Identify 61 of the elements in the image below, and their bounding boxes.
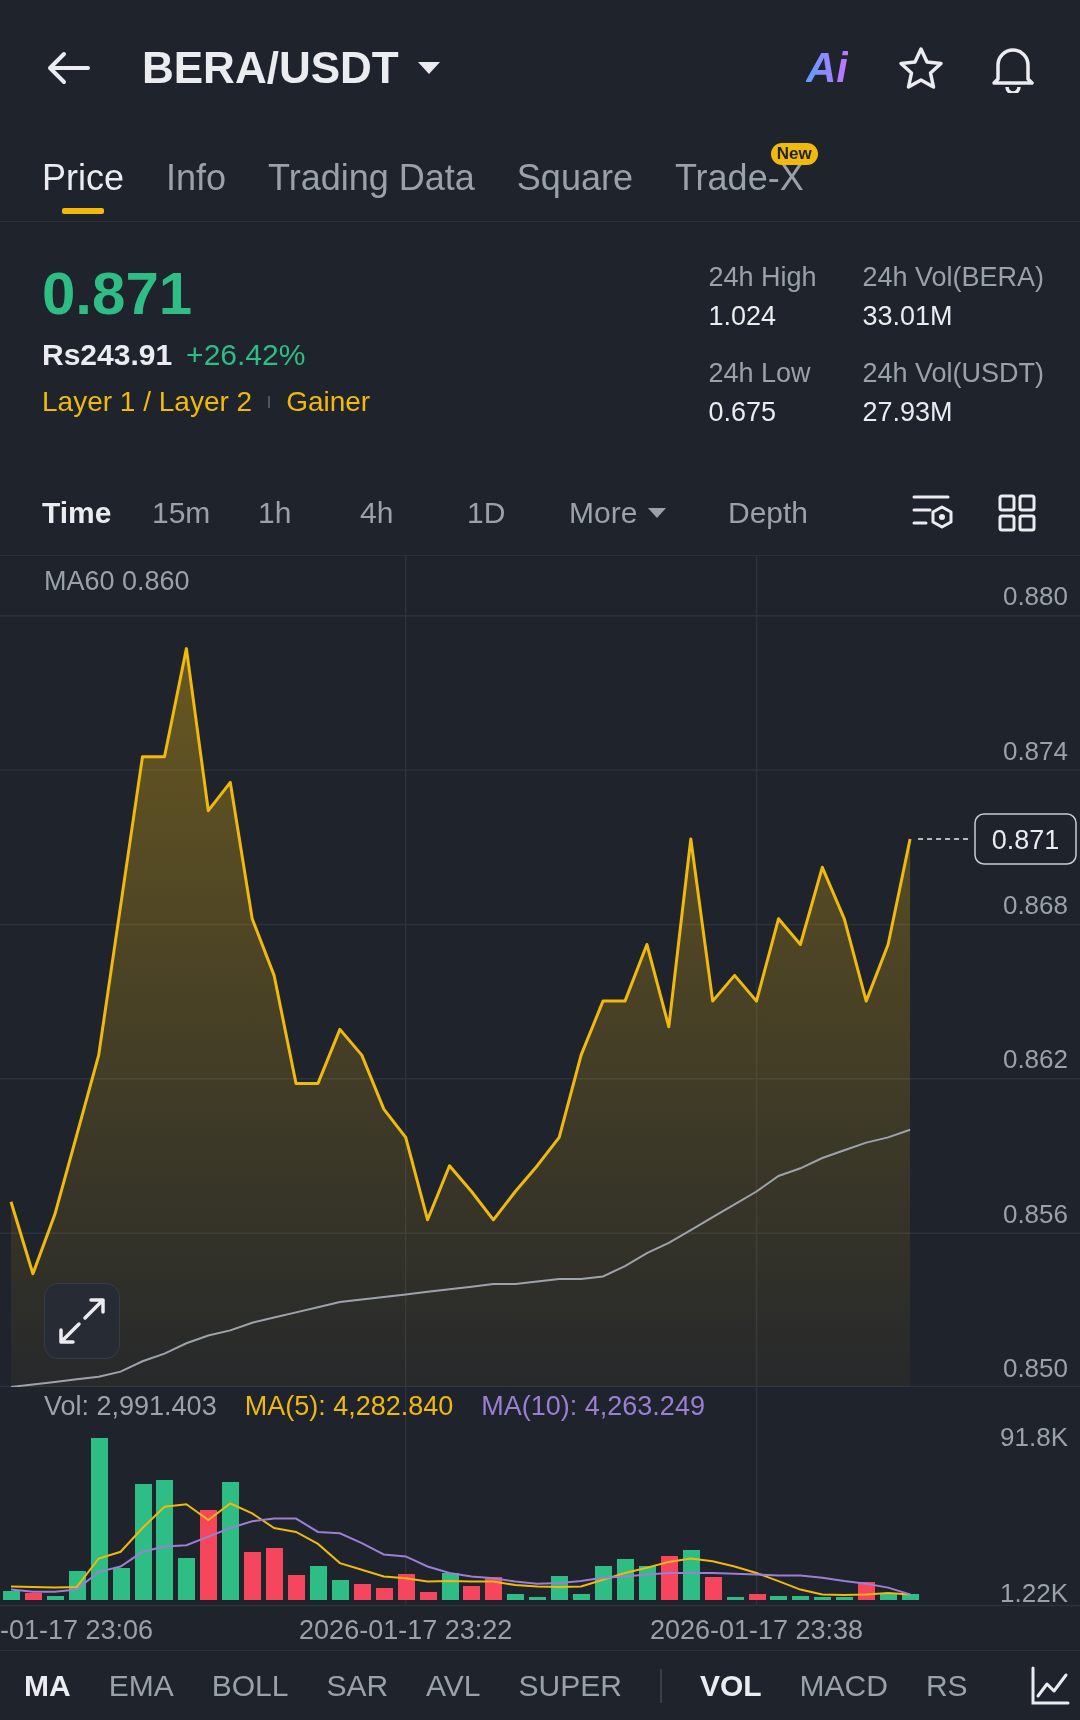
stat-value: 27.93M bbox=[862, 397, 954, 428]
grid-icon[interactable] bbox=[998, 493, 1036, 532]
indicator-tab[interactable]: AVL bbox=[426, 1668, 481, 1703]
last-price: 0.871 bbox=[42, 259, 194, 329]
indicator-tab[interactable]: MA bbox=[24, 1668, 71, 1703]
line-chart-icon[interactable] bbox=[1030, 1665, 1070, 1706]
caret-icon bbox=[647, 506, 668, 519]
caret-icon bbox=[416, 60, 441, 75]
axis-label: -01-17 23:06 bbox=[0, 1615, 154, 1645]
indicator-tab[interactable]: VOL bbox=[699, 1668, 762, 1703]
indicator-tab[interactable]: BOLL bbox=[211, 1668, 289, 1703]
axis-label: 0.850 bbox=[1002, 1353, 1068, 1383]
volume-legend: Vol: 2,991.403 bbox=[44, 1391, 217, 1422]
interval-option[interactable]: 1h bbox=[258, 495, 292, 530]
axis-label: 91.8K bbox=[1000, 1421, 1068, 1452]
axis-label: 0.880 bbox=[1002, 581, 1068, 612]
volume-legend: MA(5): 4,282.840 bbox=[244, 1391, 454, 1422]
interval-option[interactable]: More bbox=[569, 495, 668, 530]
category-tag[interactable]: Gainer bbox=[286, 386, 371, 418]
interval-option[interactable]: 15m bbox=[152, 495, 211, 530]
stat-label: 24h Vol(USDT) bbox=[862, 358, 1044, 389]
stat-label: 24h High bbox=[708, 262, 818, 293]
tab[interactable]: Square bbox=[516, 135, 633, 221]
stat-label: 24h Low bbox=[708, 358, 812, 389]
new-badge: New bbox=[770, 143, 818, 165]
stat-value: 0.675 bbox=[708, 397, 777, 428]
indicator-tab[interactable]: MACD bbox=[799, 1668, 888, 1703]
axis-label: 0.868 bbox=[1002, 889, 1068, 920]
interval-option[interactable]: 1D bbox=[467, 495, 506, 530]
indicator-tab[interactable]: SUPER bbox=[518, 1668, 622, 1703]
price-change: +26.42% bbox=[186, 338, 306, 372]
axis-label: 1.22K bbox=[1000, 1578, 1068, 1609]
axis-label: 2026-01-17 23:22 bbox=[299, 1615, 513, 1645]
axis-label: 2026-01-17 23:38 bbox=[649, 1615, 864, 1645]
fiat-price: Rs243.91 bbox=[42, 338, 173, 372]
last-price-tag: 0.871 bbox=[974, 813, 1077, 865]
stat-value: 1.024 bbox=[708, 301, 777, 332]
tab[interactable]: Info bbox=[166, 135, 227, 221]
interval-option[interactable]: 4h bbox=[360, 495, 394, 530]
tab-indicator bbox=[62, 208, 104, 214]
stat-value: 33.01M bbox=[862, 301, 954, 332]
indicator-tab[interactable]: SAR bbox=[326, 1668, 389, 1703]
category-tag[interactable]: Layer 1 / Layer 2 bbox=[42, 386, 253, 418]
pair-selector[interactable]: BERA/USDT bbox=[142, 42, 441, 93]
interval-option[interactable]: Time bbox=[42, 495, 112, 530]
tab[interactable]: Trading Data bbox=[268, 135, 475, 221]
fullscreen-button[interactable] bbox=[44, 1283, 120, 1359]
axis-label: 0.874 bbox=[1002, 735, 1068, 766]
indicator-tab[interactable]: EMA bbox=[108, 1668, 174, 1703]
indicator-tab[interactable]: RS bbox=[925, 1668, 968, 1703]
volume-legend: MA(10): 4,263.249 bbox=[481, 1391, 705, 1422]
interval-option[interactable]: Depth bbox=[728, 495, 809, 530]
tab[interactable]: Price bbox=[42, 135, 125, 221]
expand-icon bbox=[57, 1296, 107, 1346]
axis-label: 0.856 bbox=[1002, 1198, 1068, 1229]
indicator-legend: MA60 0.860 bbox=[44, 566, 190, 597]
favorite-button[interactable] bbox=[898, 45, 944, 90]
star-icon bbox=[898, 45, 944, 90]
stat-label: 24h Vol(BERA) bbox=[862, 262, 1044, 293]
axis-label: 0.862 bbox=[1002, 1044, 1068, 1075]
tab[interactable]: Trade-X New bbox=[674, 135, 818, 221]
